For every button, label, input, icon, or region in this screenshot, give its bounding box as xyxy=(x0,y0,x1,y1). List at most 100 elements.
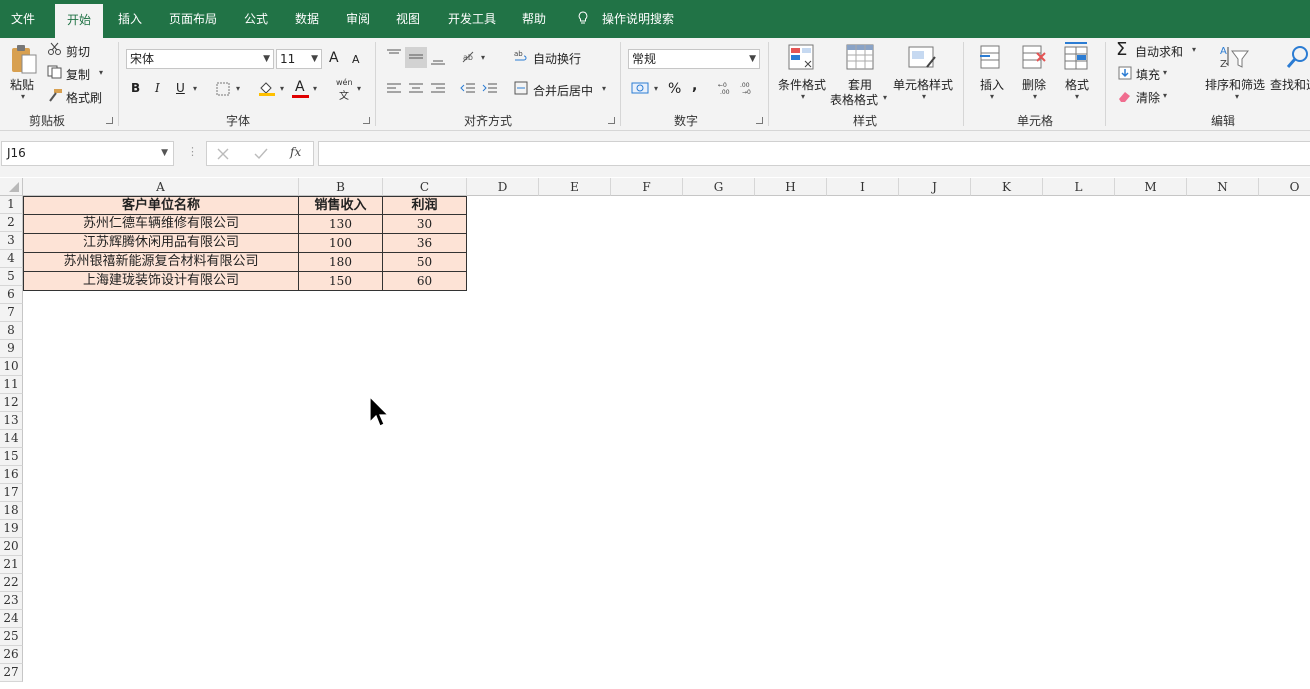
merge-center-icon[interactable] xyxy=(514,81,528,95)
name-box-dropdown-icon[interactable]: ▼ xyxy=(161,142,168,165)
format-painter-button[interactable]: 格式刷 xyxy=(66,89,102,106)
column-header-b[interactable]: B xyxy=(299,178,383,196)
copy-button[interactable]: 复制 xyxy=(66,66,90,83)
format-cells-button[interactable]: 格式 xyxy=(1065,76,1089,93)
row-header[interactable]: 16 xyxy=(0,466,23,484)
tab-view[interactable]: 视图 xyxy=(387,0,429,38)
delete-cells-button[interactable]: 删除 xyxy=(1022,76,1046,93)
table-cell[interactable]: 36 xyxy=(383,234,467,253)
eraser-icon[interactable] xyxy=(1117,89,1133,103)
align-bottom-icon[interactable] xyxy=(430,52,446,66)
fill-color-icon[interactable] xyxy=(258,80,276,96)
formula-input[interactable] xyxy=(318,141,1310,166)
decrease-decimal-icon[interactable]: .00→0 xyxy=(740,81,758,95)
delete-dropdown-icon[interactable]: ▾ xyxy=(1033,92,1037,101)
tab-formulas[interactable]: 公式 xyxy=(236,0,276,38)
table-header-cell[interactable]: 利润 xyxy=(383,196,467,215)
table-cell[interactable]: 130 xyxy=(299,215,383,234)
row-header[interactable]: 18 xyxy=(0,502,23,520)
table-cell[interactable]: 180 xyxy=(299,253,383,272)
tab-insert[interactable]: 插入 xyxy=(108,0,152,38)
number-launcher-icon[interactable] xyxy=(756,117,763,124)
table-cell[interactable]: 50 xyxy=(383,253,467,272)
table-cell[interactable]: 江苏辉腾休闲用品有限公司 xyxy=(23,234,299,253)
row-header[interactable]: 6 xyxy=(0,286,23,304)
row-header[interactable]: 22 xyxy=(0,574,23,592)
phonetic-dropdown-icon[interactable]: ▾ xyxy=(357,84,361,93)
row-header[interactable]: 10 xyxy=(0,358,23,376)
wrap-text-icon[interactable]: ab xyxy=(514,49,528,63)
accounting-dropdown-icon[interactable]: ▾ xyxy=(654,84,658,93)
sort-filter-dropdown-icon[interactable]: ▾ xyxy=(1235,92,1239,101)
column-header-o[interactable]: O xyxy=(1259,178,1310,196)
number-format-select[interactable]: 常规 ▼ xyxy=(628,49,760,69)
align-right-icon[interactable] xyxy=(430,82,446,94)
row-header[interactable]: 17 xyxy=(0,484,23,502)
column-header-i[interactable]: I xyxy=(827,178,899,196)
percent-style-button[interactable]: % xyxy=(668,81,681,97)
row-header[interactable]: 4 xyxy=(0,250,23,268)
find-select-icon[interactable] xyxy=(1283,43,1310,73)
orientation-dropdown-icon[interactable]: ▾ xyxy=(481,53,485,62)
alignment-launcher-icon[interactable] xyxy=(608,117,615,124)
row-header[interactable]: 3 xyxy=(0,232,23,250)
column-header-n[interactable]: N xyxy=(1187,178,1259,196)
tell-me-search[interactable]: 操作说明搜索 xyxy=(598,0,678,38)
column-header-m[interactable]: M xyxy=(1115,178,1187,196)
format-painter-icon[interactable] xyxy=(47,88,63,102)
fill-button[interactable]: 填充 xyxy=(1136,66,1160,83)
row-header[interactable]: 14 xyxy=(0,430,23,448)
font-size-select[interactable]: 11 ▼ xyxy=(276,49,322,69)
row-header[interactable]: 11 xyxy=(0,376,23,394)
row-header[interactable]: 24 xyxy=(0,610,23,628)
copy-icon[interactable] xyxy=(47,65,63,79)
merge-center-button[interactable]: 合并后居中 xyxy=(533,82,593,99)
font-launcher-icon[interactable] xyxy=(363,117,370,124)
column-header-h[interactable]: H xyxy=(755,178,827,196)
column-header-a[interactable]: A xyxy=(23,178,299,196)
column-header-j[interactable]: J xyxy=(899,178,971,196)
table-cell[interactable]: 30 xyxy=(383,215,467,234)
table-cell[interactable]: 60 xyxy=(383,272,467,291)
row-header[interactable]: 23 xyxy=(0,592,23,610)
tab-developer[interactable]: 开发工具 xyxy=(440,0,504,38)
row-header[interactable]: 12 xyxy=(0,394,23,412)
select-all-corner[interactable] xyxy=(0,178,23,196)
row-header[interactable]: 20 xyxy=(0,538,23,556)
row-header[interactable]: 2 xyxy=(0,214,23,232)
row-header[interactable]: 26 xyxy=(0,646,23,664)
column-header-k[interactable]: K xyxy=(971,178,1043,196)
cell-styles-dropdown-icon[interactable]: ▾ xyxy=(922,92,926,101)
column-header-c[interactable]: C xyxy=(383,178,467,196)
row-header[interactable]: 8 xyxy=(0,322,23,340)
underline-button[interactable]: U xyxy=(176,81,185,95)
find-select-button[interactable]: 查找和选 xyxy=(1270,76,1310,93)
autosum-icon[interactable]: Σ xyxy=(1116,39,1127,60)
align-center-icon[interactable] xyxy=(408,82,424,94)
fill-icon[interactable] xyxy=(1118,66,1132,80)
fill-color-dropdown-icon[interactable]: ▾ xyxy=(280,84,284,93)
grow-font-button[interactable]: A xyxy=(329,50,339,66)
row-header[interactable]: 1 xyxy=(0,196,23,214)
paste-icon[interactable] xyxy=(9,44,39,76)
tab-page-layout[interactable]: 页面布局 xyxy=(160,0,226,38)
row-header[interactable]: 13 xyxy=(0,412,23,430)
borders-icon[interactable] xyxy=(216,82,230,96)
column-header-f[interactable]: F xyxy=(611,178,683,196)
sort-filter-icon[interactable]: AZ xyxy=(1218,43,1250,73)
decrease-indent-icon[interactable] xyxy=(460,82,476,94)
clear-button[interactable]: 清除 xyxy=(1136,89,1160,106)
font-color-dropdown-icon[interactable]: ▾ xyxy=(313,84,317,93)
merge-dropdown-icon[interactable]: ▾ xyxy=(602,84,606,93)
format-cells-icon[interactable] xyxy=(1062,41,1092,73)
clipboard-launcher-icon[interactable] xyxy=(106,117,113,124)
cell-styles-button[interactable]: 单元格样式 xyxy=(893,76,953,93)
insert-cells-button[interactable]: 插入 xyxy=(980,76,1004,93)
insert-dropdown-icon[interactable]: ▾ xyxy=(990,92,994,101)
shrink-font-button[interactable]: A xyxy=(352,53,360,66)
increase-indent-icon[interactable] xyxy=(482,82,498,94)
increase-decimal-icon[interactable]: ←0.00 xyxy=(718,81,736,95)
table-cell[interactable]: 150 xyxy=(299,272,383,291)
row-header[interactable]: 15 xyxy=(0,448,23,466)
copy-dropdown-icon[interactable]: ▾ xyxy=(99,68,103,77)
